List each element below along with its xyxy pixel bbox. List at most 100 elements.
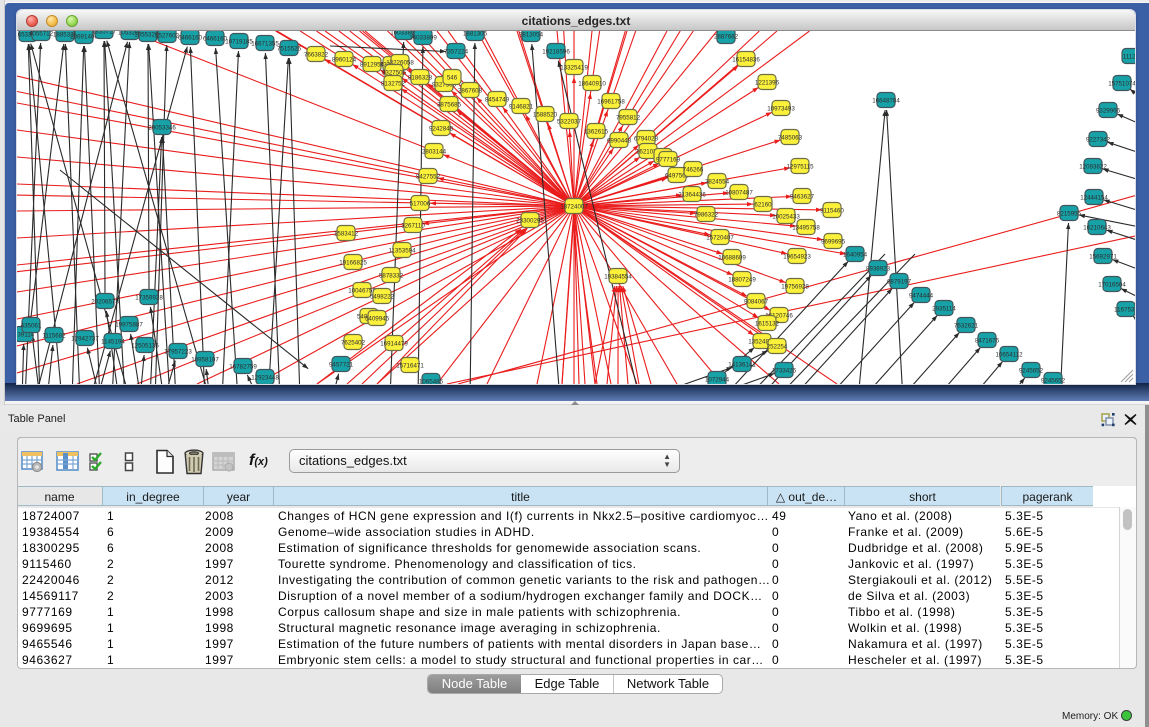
svg-text:11353594: 11353594	[388, 248, 416, 255]
svg-text:1733426: 1733426	[772, 368, 797, 375]
svg-text:12505135: 12505135	[131, 343, 159, 350]
svg-text:9329966: 9329966	[1096, 108, 1121, 115]
svg-text:546: 546	[447, 75, 458, 82]
svg-text:16648784: 16648784	[872, 98, 900, 105]
svg-text:9474444: 9474444	[909, 293, 934, 300]
svg-text:7663822: 7663822	[304, 52, 329, 59]
svg-text:7485063: 7485063	[778, 135, 803, 142]
svg-text:10958107: 10958107	[191, 357, 219, 364]
svg-text:1065485: 1065485	[419, 379, 444, 385]
svg-text:1835717: 1835717	[92, 31, 117, 36]
svg-text:3267110: 3267110	[401, 223, 425, 230]
svg-text:5878332: 5878332	[379, 273, 404, 280]
svg-text:9245652: 9245652	[1041, 378, 1066, 385]
svg-text:1221396: 1221396	[755, 80, 780, 87]
svg-text:746266: 746266	[683, 167, 704, 174]
svg-text:9777169: 9777169	[656, 157, 681, 164]
svg-text:5322037: 5322037	[557, 119, 582, 126]
svg-text:3875685: 3875685	[437, 102, 462, 109]
svg-text:19975887: 19975887	[115, 322, 143, 329]
svg-text:1640954: 1640954	[843, 252, 868, 259]
svg-text:6466160: 6466160	[178, 35, 203, 42]
svg-text:10973493: 10973493	[767, 106, 795, 113]
svg-text:16961758: 16961758	[597, 99, 625, 106]
svg-text:17016504: 17016504	[1098, 282, 1126, 289]
svg-text:15716471: 15716471	[396, 363, 424, 370]
svg-text:16782759: 16782759	[229, 364, 257, 371]
svg-text:21364436: 21364436	[678, 192, 706, 199]
svg-text:7986322: 7986322	[694, 212, 719, 219]
svg-text:252254: 252254	[767, 344, 788, 351]
svg-text:10807487: 10807487	[725, 190, 753, 197]
svg-text:12975115: 12975115	[786, 164, 814, 171]
svg-text:9699695: 9699695	[821, 239, 846, 246]
svg-text:7515526: 7515526	[277, 46, 302, 53]
svg-text:517006: 517006	[410, 201, 431, 208]
svg-text:8186328: 8186328	[408, 75, 433, 82]
svg-text:19384554: 19384554	[604, 274, 632, 281]
svg-text:8427552: 8427552	[416, 174, 441, 181]
svg-text:7955812: 7955812	[616, 115, 641, 122]
svg-text:9242848: 9242848	[429, 126, 454, 133]
svg-text:16671355: 16671355	[251, 41, 279, 48]
svg-text:15692971: 15692971	[1089, 254, 1117, 261]
svg-text:7625402: 7625402	[341, 340, 366, 347]
svg-text:15720407: 15720407	[706, 235, 734, 242]
svg-text:7632621: 7632621	[954, 323, 979, 330]
svg-text:2935114: 2935114	[932, 306, 956, 313]
svg-text:19654923: 19654923	[783, 254, 811, 261]
svg-text:1527602: 1527602	[155, 33, 180, 40]
svg-text:9227342: 9227342	[1086, 137, 1111, 144]
svg-text:9245652: 9245652	[1019, 368, 1044, 375]
svg-text:12093822: 12093822	[1079, 164, 1107, 171]
svg-text:8960124: 8960124	[332, 57, 357, 64]
svg-text:17359928: 17359928	[135, 295, 163, 302]
svg-text:5498222: 5498222	[370, 294, 395, 301]
svg-text:10025433: 10025433	[772, 214, 800, 221]
svg-text:15751074: 15751074	[1108, 81, 1135, 88]
svg-text:1881305: 1881305	[463, 31, 488, 38]
svg-text:1167531: 1167531	[1114, 307, 1135, 314]
svg-text:1115682: 1115682	[42, 333, 66, 340]
svg-text:13325419: 13325419	[560, 65, 588, 72]
svg-text:16033809: 16033809	[409, 35, 437, 42]
svg-text:1362615: 1362615	[584, 129, 609, 136]
svg-text:1615132: 1615132	[755, 321, 780, 328]
svg-text:10654112: 10654112	[995, 352, 1023, 359]
svg-text:16210643: 16210643	[1083, 225, 1111, 232]
svg-text:7357224: 7357224	[444, 49, 469, 56]
svg-text:18640910: 18640910	[578, 81, 606, 88]
svg-text:13495758: 13495758	[792, 225, 820, 232]
svg-text:9115460: 9115460	[820, 208, 844, 215]
svg-text:4055712: 4055712	[29, 31, 54, 38]
svg-text:14136141: 14136141	[728, 362, 756, 369]
svg-text:8215955: 8215955	[1057, 211, 1082, 218]
svg-text:3824554: 3824554	[705, 179, 730, 186]
svg-text:19756928: 19756928	[781, 284, 809, 291]
svg-text:9463627: 9463627	[790, 194, 815, 201]
svg-text:6794028: 6794028	[634, 136, 659, 143]
svg-text:62160: 62160	[754, 202, 772, 209]
svg-text:2867608: 2867608	[458, 88, 483, 95]
svg-text:23300295: 23300295	[516, 218, 544, 225]
svg-text:1072944: 1072944	[705, 377, 730, 384]
svg-text:1583412: 1583412	[334, 231, 359, 238]
svg-text:12444154: 12444154	[1080, 195, 1108, 202]
svg-text:6990448: 6990448	[607, 138, 632, 145]
svg-text:8938923: 8938923	[866, 266, 891, 273]
svg-text:20206578: 20206578	[91, 299, 119, 306]
svg-text:11123: 11123	[1123, 54, 1135, 61]
svg-text:10719185: 10719185	[225, 39, 253, 46]
svg-text:19218596: 19218596	[542, 49, 570, 56]
svg-text:8454749: 8454749	[485, 97, 510, 104]
svg-text:1145194: 1145194	[101, 339, 125, 346]
svg-text:1588520: 1588520	[533, 112, 558, 119]
svg-text:9457721: 9457721	[329, 362, 354, 369]
svg-text:2803144: 2803144	[422, 149, 447, 156]
svg-text:12923448: 12923448	[251, 375, 279, 382]
svg-text:6879197: 6879197	[887, 279, 912, 286]
svg-text:29053346: 29053346	[148, 125, 176, 132]
svg-text:6466160: 6466160	[203, 36, 228, 43]
svg-text:16914479: 16914479	[380, 341, 408, 348]
svg-text:9084067: 9084067	[744, 299, 769, 306]
